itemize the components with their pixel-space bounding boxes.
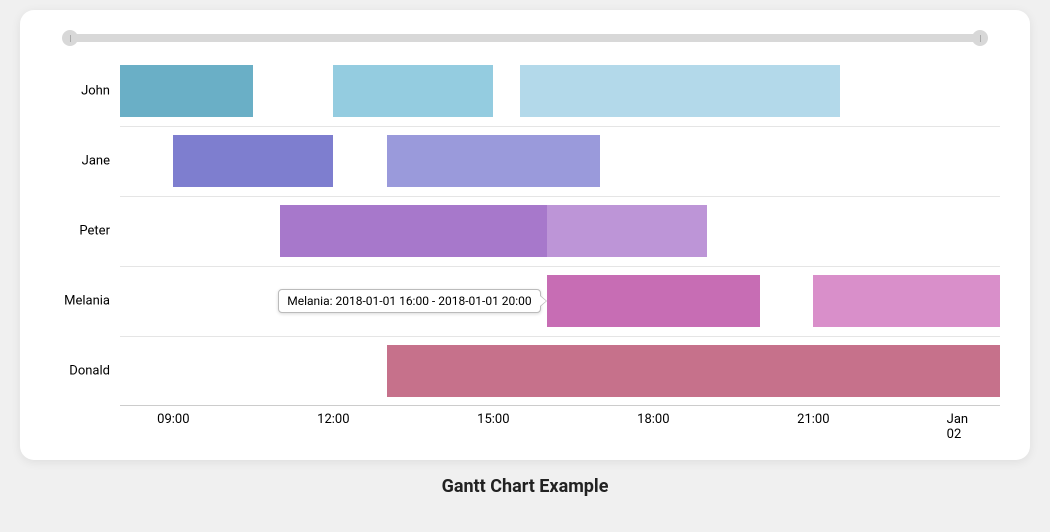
row-label-peter: Peter: [40, 224, 110, 239]
row-divider: [120, 196, 1000, 197]
chart-card: John Jane Peter Melania Donald Melania: 2018…: [20, 10, 1030, 460]
row-divider: [120, 126, 1000, 127]
gantt-bar[interactable]: [520, 65, 840, 117]
x-tick-label: 12:00: [317, 412, 349, 427]
gantt-bar[interactable]: [813, 275, 1000, 327]
gantt-bar[interactable]: [547, 275, 760, 327]
row-label-donald: Donald: [40, 364, 110, 379]
gantt-bar[interactable]: [173, 135, 333, 187]
scrollbar-handle-left[interactable]: [62, 30, 78, 46]
gantt-plot[interactable]: Melania: 2018-01-01 16:00 - 2018-01-01 2…: [120, 56, 1000, 406]
row-label-melania: Melania: [40, 294, 110, 309]
x-tick-label: 18:00: [637, 412, 669, 427]
row-label-john: John: [40, 84, 110, 99]
chart-caption: Gantt Chart Example: [0, 476, 1050, 497]
gantt-bar[interactable]: [280, 205, 547, 257]
x-tick-label: 21:00: [797, 412, 829, 427]
chart-area: John Jane Peter Melania Donald Melania: 2018…: [40, 56, 1010, 426]
tooltip: Melania: 2018-01-01 16:00 - 2018-01-01 2…: [278, 289, 540, 313]
x-tick-label: Jan 02: [947, 412, 974, 442]
range-scrollbar[interactable]: [70, 30, 980, 46]
x-tick-label: 09:00: [157, 412, 189, 427]
row-divider: [120, 266, 1000, 267]
scrollbar-handle-right[interactable]: [972, 30, 988, 46]
gantt-bar[interactable]: [387, 135, 600, 187]
gantt-bar[interactable]: [333, 65, 493, 117]
gantt-bar[interactable]: [547, 205, 707, 257]
x-tick-label: 15:00: [477, 412, 509, 427]
gantt-bar[interactable]: [120, 65, 253, 117]
gantt-bar[interactable]: [387, 345, 1000, 397]
row-divider: [120, 336, 1000, 337]
row-label-jane: Jane: [40, 154, 110, 169]
scrollbar-track: [70, 34, 980, 42]
